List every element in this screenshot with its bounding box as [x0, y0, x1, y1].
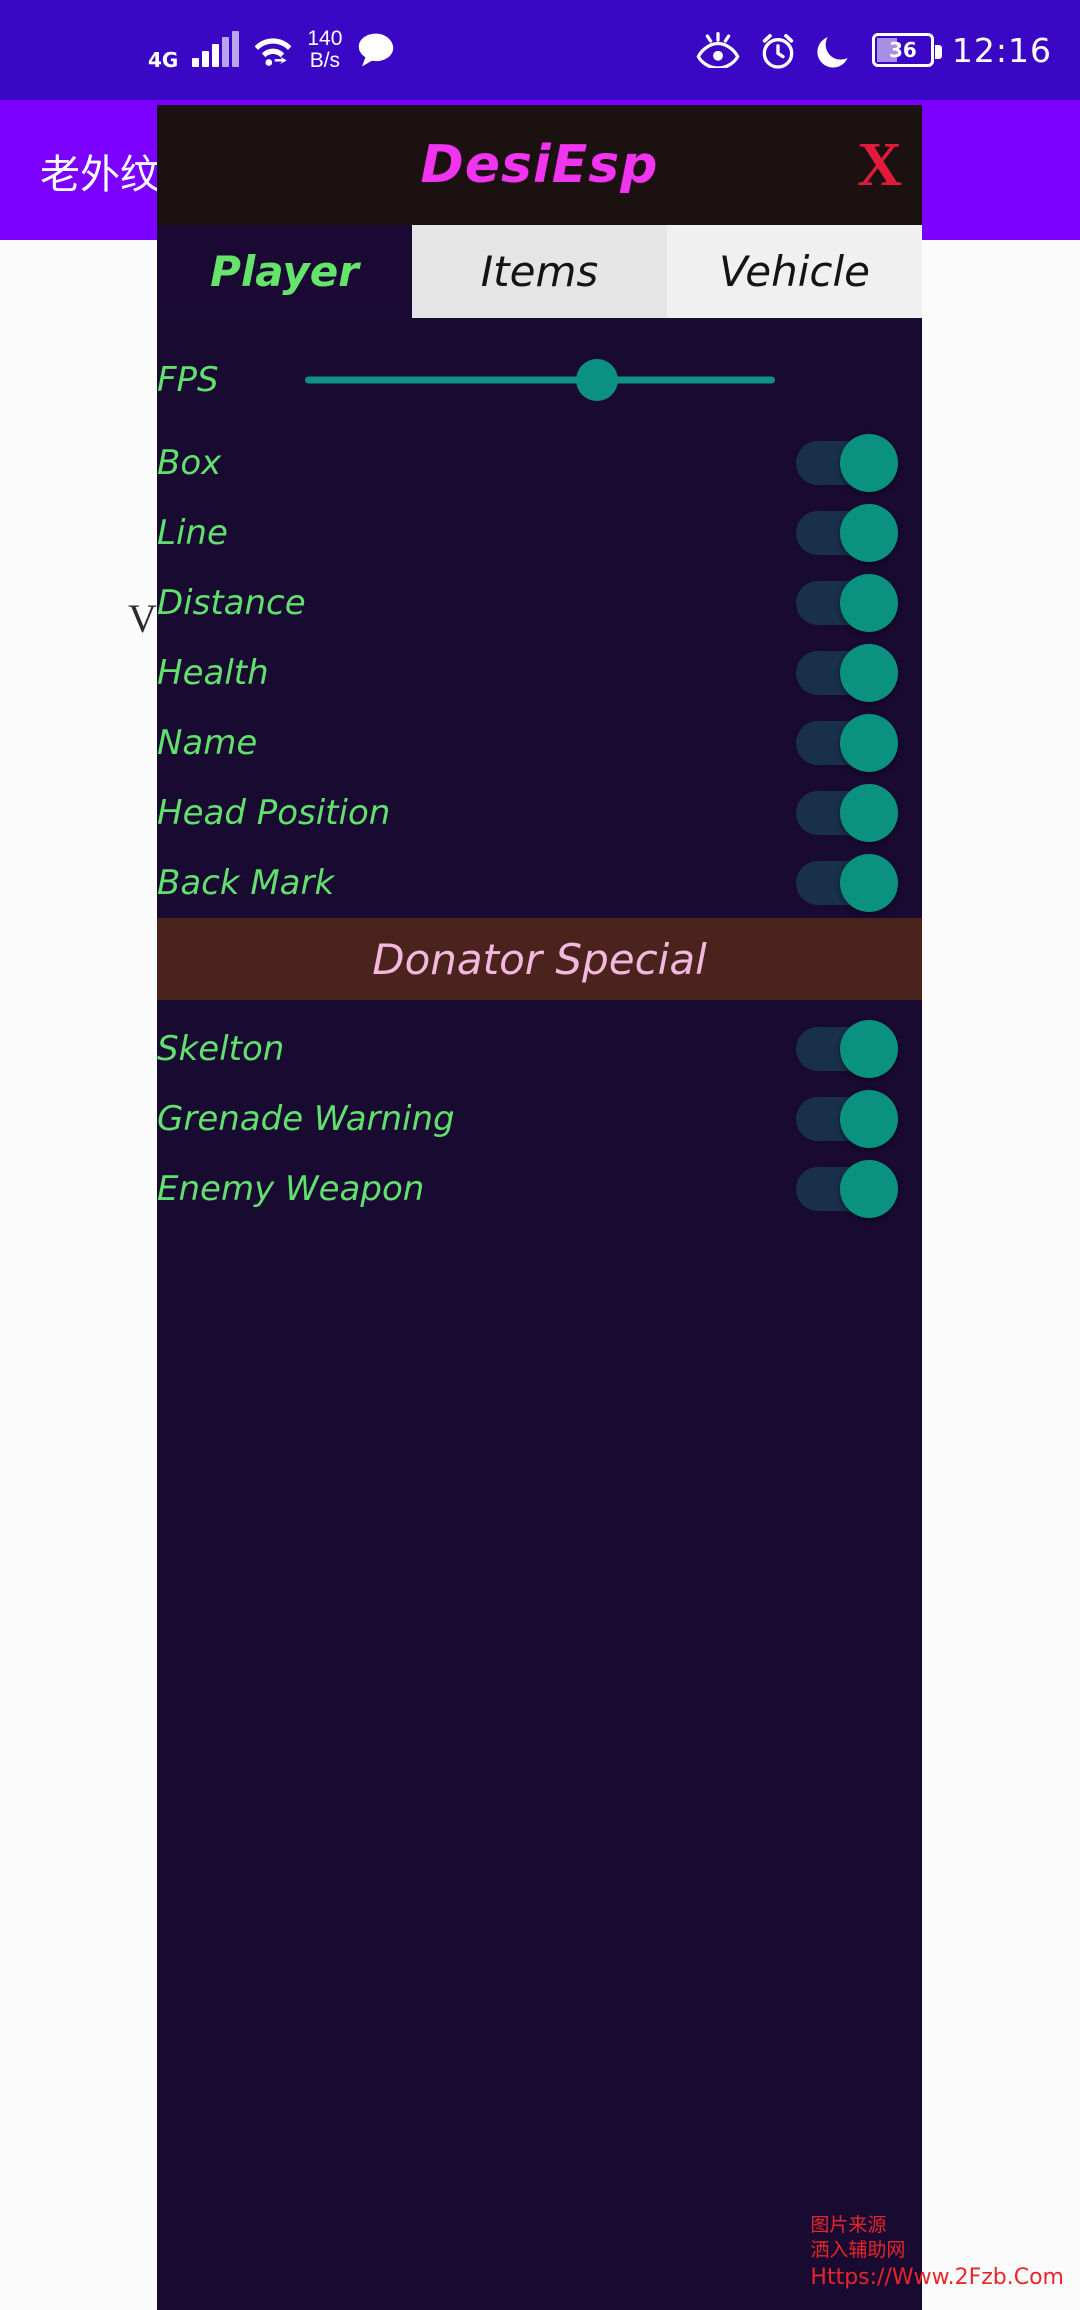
toggle-label-box: Box	[157, 443, 222, 483]
toggle-row-distance: Distance	[157, 568, 922, 638]
stray-mark: V	[128, 596, 157, 641]
toggle-label-health: Health	[157, 653, 269, 693]
network-type-label: 4G	[148, 47, 179, 72]
toggle-row-health: Health	[157, 638, 922, 708]
toggle-row-grenade-warning: Grenade Warning	[157, 1084, 922, 1154]
donator-special-title: Donator Special	[372, 934, 707, 984]
data-speed-unit: B/s	[309, 49, 341, 72]
phone-screen: 老外纹... V 4G 140 B/s 36 12:16 DesiEsp X P…	[0, 0, 1080, 2310]
player-options-list: FPS Box Line Distance Health Name Head P…	[157, 318, 922, 918]
tab-player[interactable]: Player	[157, 225, 412, 318]
toggle-head-position[interactable]	[796, 784, 898, 842]
battery-icon: 36	[871, 33, 942, 67]
do-not-disturb-moon-icon	[817, 37, 848, 68]
message-bubble-icon	[359, 33, 394, 67]
toggle-row-skelton: Skelton	[157, 1014, 922, 1084]
overlay-body: FPS Box Line Distance Health Name Head P…	[157, 318, 922, 2310]
toggle-distance[interactable]	[796, 574, 898, 632]
tab-bar: Player Items Vehicle	[157, 225, 922, 318]
donator-options-list: Skelton Grenade Warning Enemy Weapon	[157, 1000, 922, 1224]
toggle-name[interactable]	[796, 714, 898, 772]
signal-bars-icon	[192, 31, 240, 67]
toggle-label-distance: Distance	[157, 583, 306, 623]
donator-special-header: Donator Special	[157, 918, 922, 1000]
toggle-line[interactable]	[796, 504, 898, 562]
overlay-header: DesiEsp X	[157, 105, 922, 225]
toggle-label-head-position: Head Position	[157, 793, 391, 833]
status-bar: 4G 140 B/s 36 12:16	[0, 0, 1080, 100]
toggle-skelton[interactable]	[796, 1020, 898, 1078]
alarm-clock-icon	[762, 34, 794, 69]
watermark: 图片来源 洒入辅助网 Https://Www.2Fzb.Com	[810, 2213, 1064, 2292]
toggle-health[interactable]	[796, 644, 898, 702]
esp-overlay-panel: DesiEsp X Player Items Vehicle FPS Box L…	[157, 105, 922, 2310]
overlay-title: DesiEsp	[420, 135, 659, 195]
fps-label: FPS	[157, 360, 219, 400]
toggle-row-enemy-weapon: Enemy Weapon	[157, 1154, 922, 1224]
toggle-label-skelton: Skelton	[157, 1029, 285, 1069]
wifi-icon	[255, 38, 292, 66]
fps-slider-track	[305, 376, 776, 384]
tab-items[interactable]: Items	[412, 225, 667, 318]
close-icon[interactable]: X	[857, 134, 902, 196]
toggle-label-enemy-weapon: Enemy Weapon	[157, 1169, 425, 1209]
toggle-row-back-mark: Back Mark	[157, 848, 922, 918]
toggle-enemy-weapon[interactable]	[796, 1160, 898, 1218]
watermark-line-2: 洒入辅助网	[810, 2238, 906, 2261]
fps-row: FPS	[157, 332, 922, 428]
toggle-label-line: Line	[157, 513, 228, 553]
toggle-back-mark[interactable]	[796, 854, 898, 912]
toggle-row-box: Box	[157, 428, 922, 498]
toggle-row-head-position: Head Position	[157, 778, 922, 848]
toggle-label-name: Name	[157, 723, 258, 763]
toggle-label-back-mark: Back Mark	[157, 863, 335, 903]
toggle-row-name: Name	[157, 708, 922, 778]
toggle-row-line: Line	[157, 498, 922, 568]
data-speed-value: 140	[307, 26, 343, 50]
clock-time: 12:16	[951, 30, 1052, 70]
battery-percent: 36	[888, 38, 917, 62]
status-bar-right: 36 12:16	[696, 30, 1052, 70]
tab-vehicle[interactable]: Vehicle	[667, 225, 922, 318]
fps-slider-thumb[interactable]	[575, 359, 618, 401]
eye-care-icon	[696, 32, 740, 68]
toggle-label-grenade-warning: Grenade Warning	[157, 1099, 455, 1139]
data-speed: 140 B/s	[307, 26, 343, 72]
toggle-box[interactable]	[796, 434, 898, 492]
status-bar-left: 4G 140 B/s	[148, 26, 396, 72]
fps-slider[interactable]	[305, 359, 776, 401]
watermark-line-1: 图片来源	[810, 2213, 887, 2236]
toggle-grenade-warning[interactable]	[796, 1090, 898, 1148]
watermark-url: Https://Www.2Fzb.Com	[810, 2264, 1064, 2290]
